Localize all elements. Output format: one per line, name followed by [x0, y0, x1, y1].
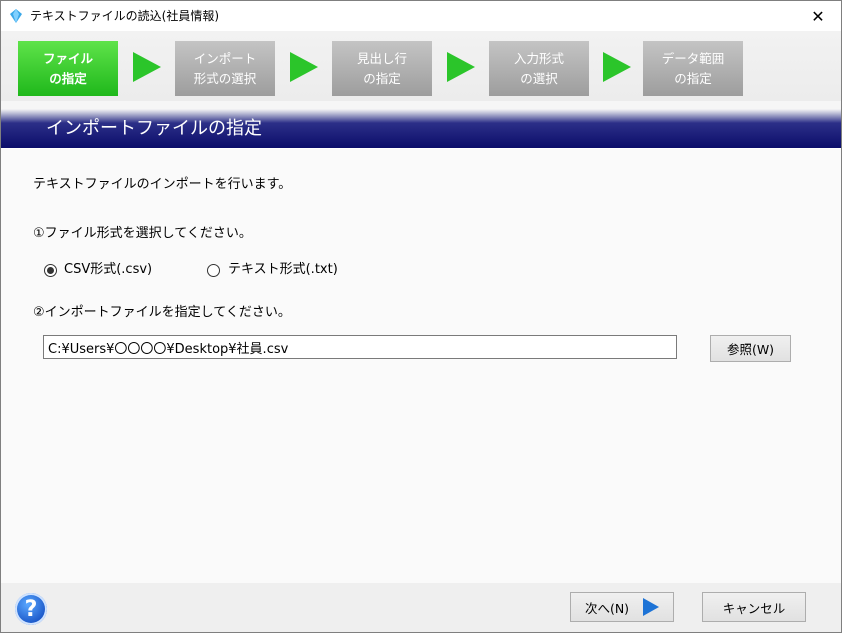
- section-banner: インポートファイルの指定: [1, 101, 841, 148]
- step-label-line1: 入力形式: [513, 50, 564, 66]
- step-label-line2: の指定: [49, 70, 87, 86]
- file-path-input[interactable]: [43, 335, 677, 359]
- radio-csv-label[interactable]: CSV形式(.csv): [64, 262, 152, 278]
- radio-button-checked[interactable]: [44, 264, 57, 277]
- main-content: テキストファイルのインポートを行います。 ①ファイル形式を選択してください。 C…: [1, 149, 841, 583]
- window-title: テキストファイルの読込(社員情報): [30, 9, 220, 23]
- next-button[interactable]: 次へ(N): [570, 592, 674, 622]
- step-label-line2: の指定: [674, 70, 712, 86]
- step-label-line2: の指定: [363, 70, 401, 86]
- step-import-format: インポート 形式の選択: [175, 41, 275, 96]
- help-icon[interactable]: ?: [15, 593, 47, 625]
- radio-button[interactable]: [207, 264, 220, 277]
- step-arrow-icon: [133, 52, 161, 82]
- wizard-steps: ファイル の指定 インポート 形式の選択 見出し行 の指定 入力形式 の選択 デ…: [1, 31, 841, 101]
- step2-label: ②インポートファイルを指定してください。: [33, 305, 291, 320]
- cancel-button[interactable]: キャンセル: [702, 592, 806, 622]
- step-label-line1: インポート: [193, 50, 257, 66]
- step-label-line1: データ範囲: [661, 50, 725, 66]
- title-bar: テキストファイルの読込(社員情報) ✕: [1, 1, 841, 31]
- dialog-window: テキストファイルの読込(社員情報) ✕ ファイル の指定 インポート 形式の選択…: [0, 0, 842, 633]
- step1-label: ①ファイル形式を選択してください。: [33, 226, 252, 241]
- next-button-label: 次へ(N): [584, 600, 630, 616]
- step-arrow-icon: [603, 52, 631, 82]
- radio-text-label[interactable]: テキスト形式(.txt): [228, 262, 338, 278]
- step-label-line1: 見出し行: [356, 50, 407, 66]
- intro-text: テキストファイルのインポートを行います。: [33, 177, 292, 192]
- step-input-format: 入力形式 の選択: [489, 41, 589, 96]
- step-data-range: データ範囲 の指定: [643, 41, 743, 96]
- section-title: インポートファイルの指定: [46, 118, 262, 139]
- step-header-row: 見出し行 の指定: [332, 41, 432, 96]
- step-file: ファイル の指定: [18, 41, 118, 96]
- footer-bar: ? 次へ(N) キャンセル: [1, 583, 841, 632]
- step-label-line2: の選択: [520, 70, 558, 86]
- browse-button[interactable]: 参照(W): [710, 335, 791, 362]
- app-icon: [10, 9, 22, 23]
- step-label-line1: ファイル: [42, 50, 93, 66]
- play-arrow-icon: [643, 598, 660, 616]
- step-arrow-icon: [447, 52, 475, 82]
- step-arrow-icon: [290, 52, 318, 82]
- step-label-line2: 形式の選択: [193, 70, 257, 86]
- close-button[interactable]: ✕: [795, 1, 841, 31]
